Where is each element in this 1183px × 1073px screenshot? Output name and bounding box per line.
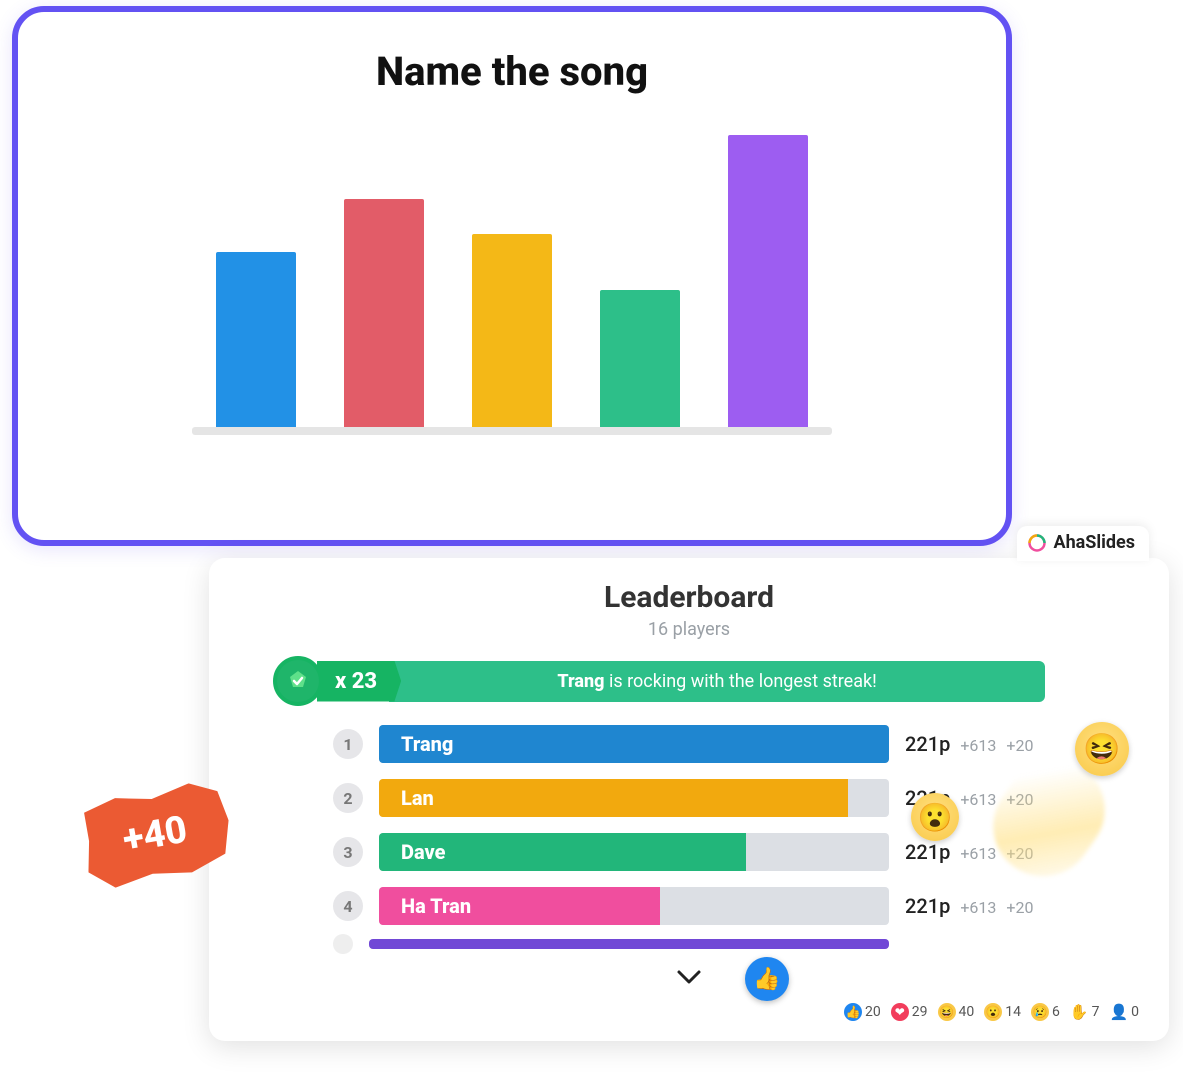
reaction-hand[interactable]: ✋7 [1070, 1003, 1100, 1021]
reaction-wow[interactable]: 😮14 [984, 1003, 1021, 1021]
reaction-heart[interactable]: ❤29 [891, 1003, 928, 1021]
reaction-sad[interactable]: 😢6 [1031, 1003, 1060, 1021]
score-bar-track: Lan [379, 779, 889, 817]
player-name: Trang [401, 732, 453, 756]
chart-bar [344, 199, 424, 427]
score-bar-fill [369, 939, 889, 949]
chart-bar [472, 234, 552, 427]
rank-badge: 3 [333, 837, 363, 867]
leaderboard-title: Leaderboard [233, 580, 1145, 615]
rank-badge: 4 [333, 891, 363, 921]
score-cell: 221p +613 +20 [905, 894, 1105, 918]
chart-card: Name the song [12, 6, 1012, 546]
wow-emoji-icon: 😮 [911, 793, 959, 841]
brand-name: AhaSlides [1053, 532, 1135, 553]
heart-icon: ❤ [891, 1003, 909, 1021]
score-bar-fill: Lan [379, 779, 848, 817]
score-points: 221p [905, 840, 950, 864]
score-bar-track: Ha Tran [379, 887, 889, 925]
score-bar-track: Dave [379, 833, 889, 871]
ahaslides-logo-icon [1027, 533, 1047, 553]
brand-pill[interactable]: AhaSlides [1017, 526, 1149, 561]
chevron-down-icon [676, 968, 702, 986]
score-delta: +20 [1006, 898, 1033, 917]
reaction-count: 20 [865, 1004, 881, 1020]
wow-icon: 😮 [984, 1003, 1002, 1021]
chart-bar [728, 135, 808, 427]
score-delta: +20 [1006, 736, 1033, 755]
streak-badge-icon [273, 656, 323, 706]
score-delta: +613 [960, 736, 996, 755]
score-delta: +613 [960, 898, 996, 917]
streak-player-name: Trang [557, 671, 604, 692]
reaction-like[interactable]: 👍20 [844, 1003, 881, 1021]
bar-chart [192, 135, 832, 435]
player-name: Dave [401, 840, 445, 864]
reaction-count: 0 [1131, 1004, 1139, 1020]
leaderboard-row: 4 Ha Tran 221p +613 +20 [233, 884, 1145, 928]
streak-banner: x 23 Trang is rocking with the longest s… [273, 658, 1045, 704]
reaction-count: 14 [1005, 1004, 1021, 1020]
expand-leaderboard-button[interactable] [233, 960, 1145, 993]
rank-badge: 2 [333, 783, 363, 813]
reaction-laugh[interactable]: 😆40 [938, 1003, 975, 1021]
score-points: 221p [905, 894, 950, 918]
leaderboard-card: AhaSlides Leaderboard 16 players x 23 Tr… [209, 558, 1169, 1041]
leaderboard-row-collapsed [233, 938, 1145, 950]
laugh-icon: 😆 [938, 1003, 956, 1021]
score-delta: +613 [960, 790, 996, 809]
bonus-value: +40 [119, 808, 190, 863]
reaction-count: 6 [1052, 1004, 1060, 1020]
score-points: 221p [905, 732, 950, 756]
reactions-bar: 👍20 ❤29 😆40 😮14 😢6 ✋7 👤0 [233, 993, 1145, 1033]
like-bubble-icon: 👍 [745, 957, 789, 1001]
streak-message-text: is rocking with the longest streak! [604, 671, 876, 692]
rank-badge [333, 934, 353, 954]
leaderboard-subtitle: 16 players [233, 619, 1145, 640]
player-name: Ha Tran [401, 894, 471, 918]
rank-badge: 1 [333, 729, 363, 759]
player-name: Lan [401, 786, 434, 810]
streak-message: Trang is rocking with the longest streak… [389, 661, 1045, 702]
reaction-count: 40 [959, 1004, 975, 1020]
score-bar-track [369, 939, 889, 949]
leaderboard-row: 1 Trang 221p +613 +20 [233, 722, 1145, 766]
score-bar-fill: Ha Tran [379, 887, 660, 925]
streak-multiplier: x 23 [317, 661, 401, 702]
chart-title: Name the song [58, 48, 966, 95]
laugh-emoji-icon: 😆 [1075, 722, 1129, 776]
score-delta: +613 [960, 844, 996, 863]
score-bar-fill: Dave [379, 833, 746, 871]
like-icon: 👍 [844, 1003, 862, 1021]
chart-bar [600, 290, 680, 427]
sad-icon: 😢 [1031, 1003, 1049, 1021]
reaction-user[interactable]: 👤0 [1109, 1003, 1139, 1021]
reaction-count: 29 [912, 1004, 928, 1020]
chart-baseline [192, 427, 832, 435]
score-bar-fill: Trang [379, 725, 889, 763]
hand-icon: ✋ [1070, 1003, 1089, 1021]
reaction-count: 7 [1092, 1004, 1100, 1020]
score-bar-track: Trang [379, 725, 889, 763]
chart-bar [216, 252, 296, 427]
user-icon: 👤 [1109, 1003, 1128, 1021]
